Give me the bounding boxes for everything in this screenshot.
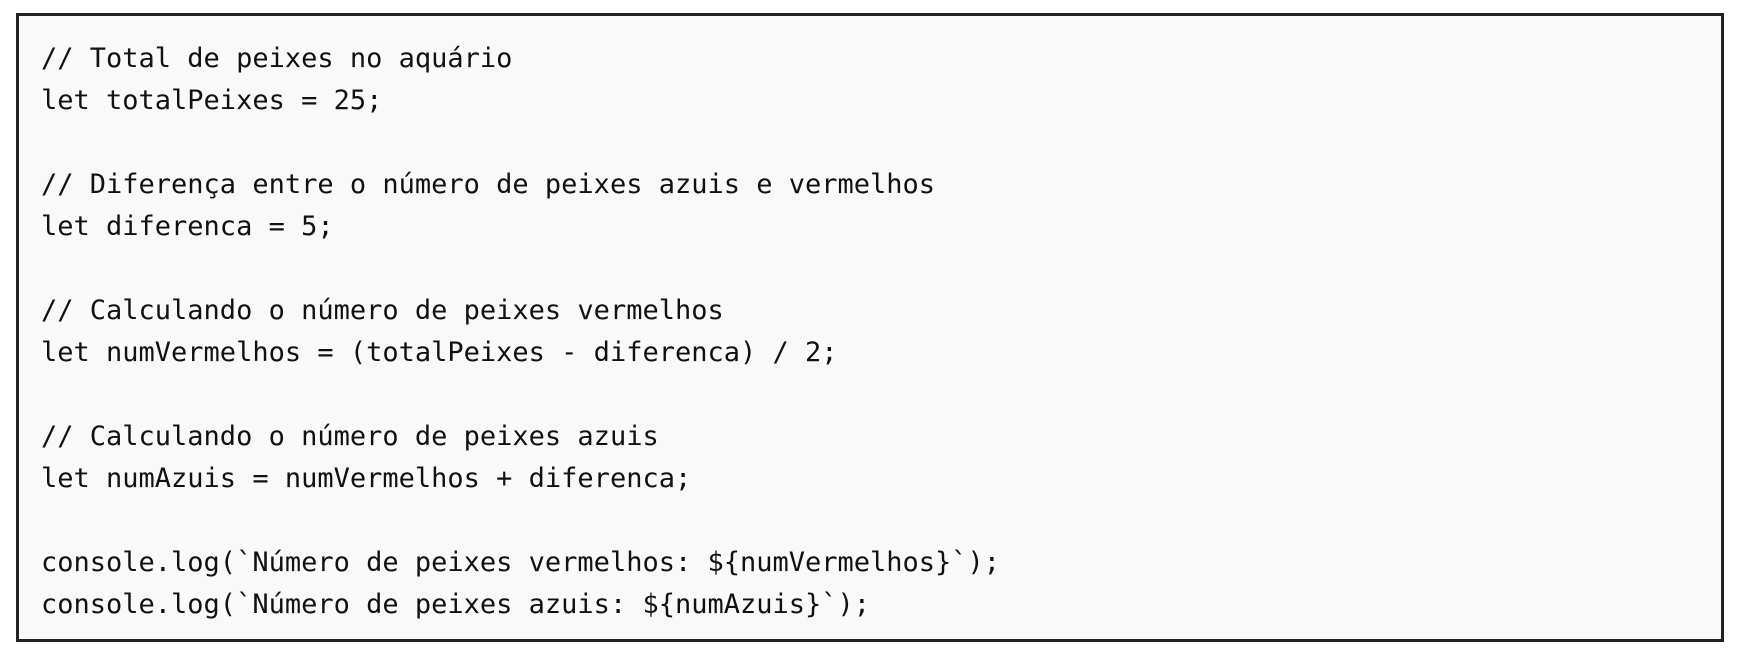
code-content: // Total de peixes no aquário let totalP… <box>41 38 1000 626</box>
code-line-comment-diferenca: // Diferença entre o número de peixes az… <box>41 169 936 200</box>
code-line-diferenca: let diferenca = 5; <box>41 211 334 242</box>
code-line-total-peixes: let totalPeixes = 25; <box>41 85 383 116</box>
code-line-log-azuis: console.log(`Número de peixes azuis: ${n… <box>41 589 871 620</box>
code-line-comment-total: // Total de peixes no aquário <box>41 43 513 74</box>
code-line-comment-azuis: // Calculando o número de peixes azuis <box>41 421 659 452</box>
code-line-log-vermelhos: console.log(`Número de peixes vermelhos:… <box>41 547 1001 578</box>
code-block: // Total de peixes no aquário let totalP… <box>16 13 1724 642</box>
code-line-num-vermelhos: let numVermelhos = (totalPeixes - difere… <box>41 337 838 368</box>
code-line-comment-vermelhos: // Calculando o número de peixes vermelh… <box>41 295 724 326</box>
code-line-num-azuis: let numAzuis = numVermelhos + diferenca; <box>41 463 692 494</box>
